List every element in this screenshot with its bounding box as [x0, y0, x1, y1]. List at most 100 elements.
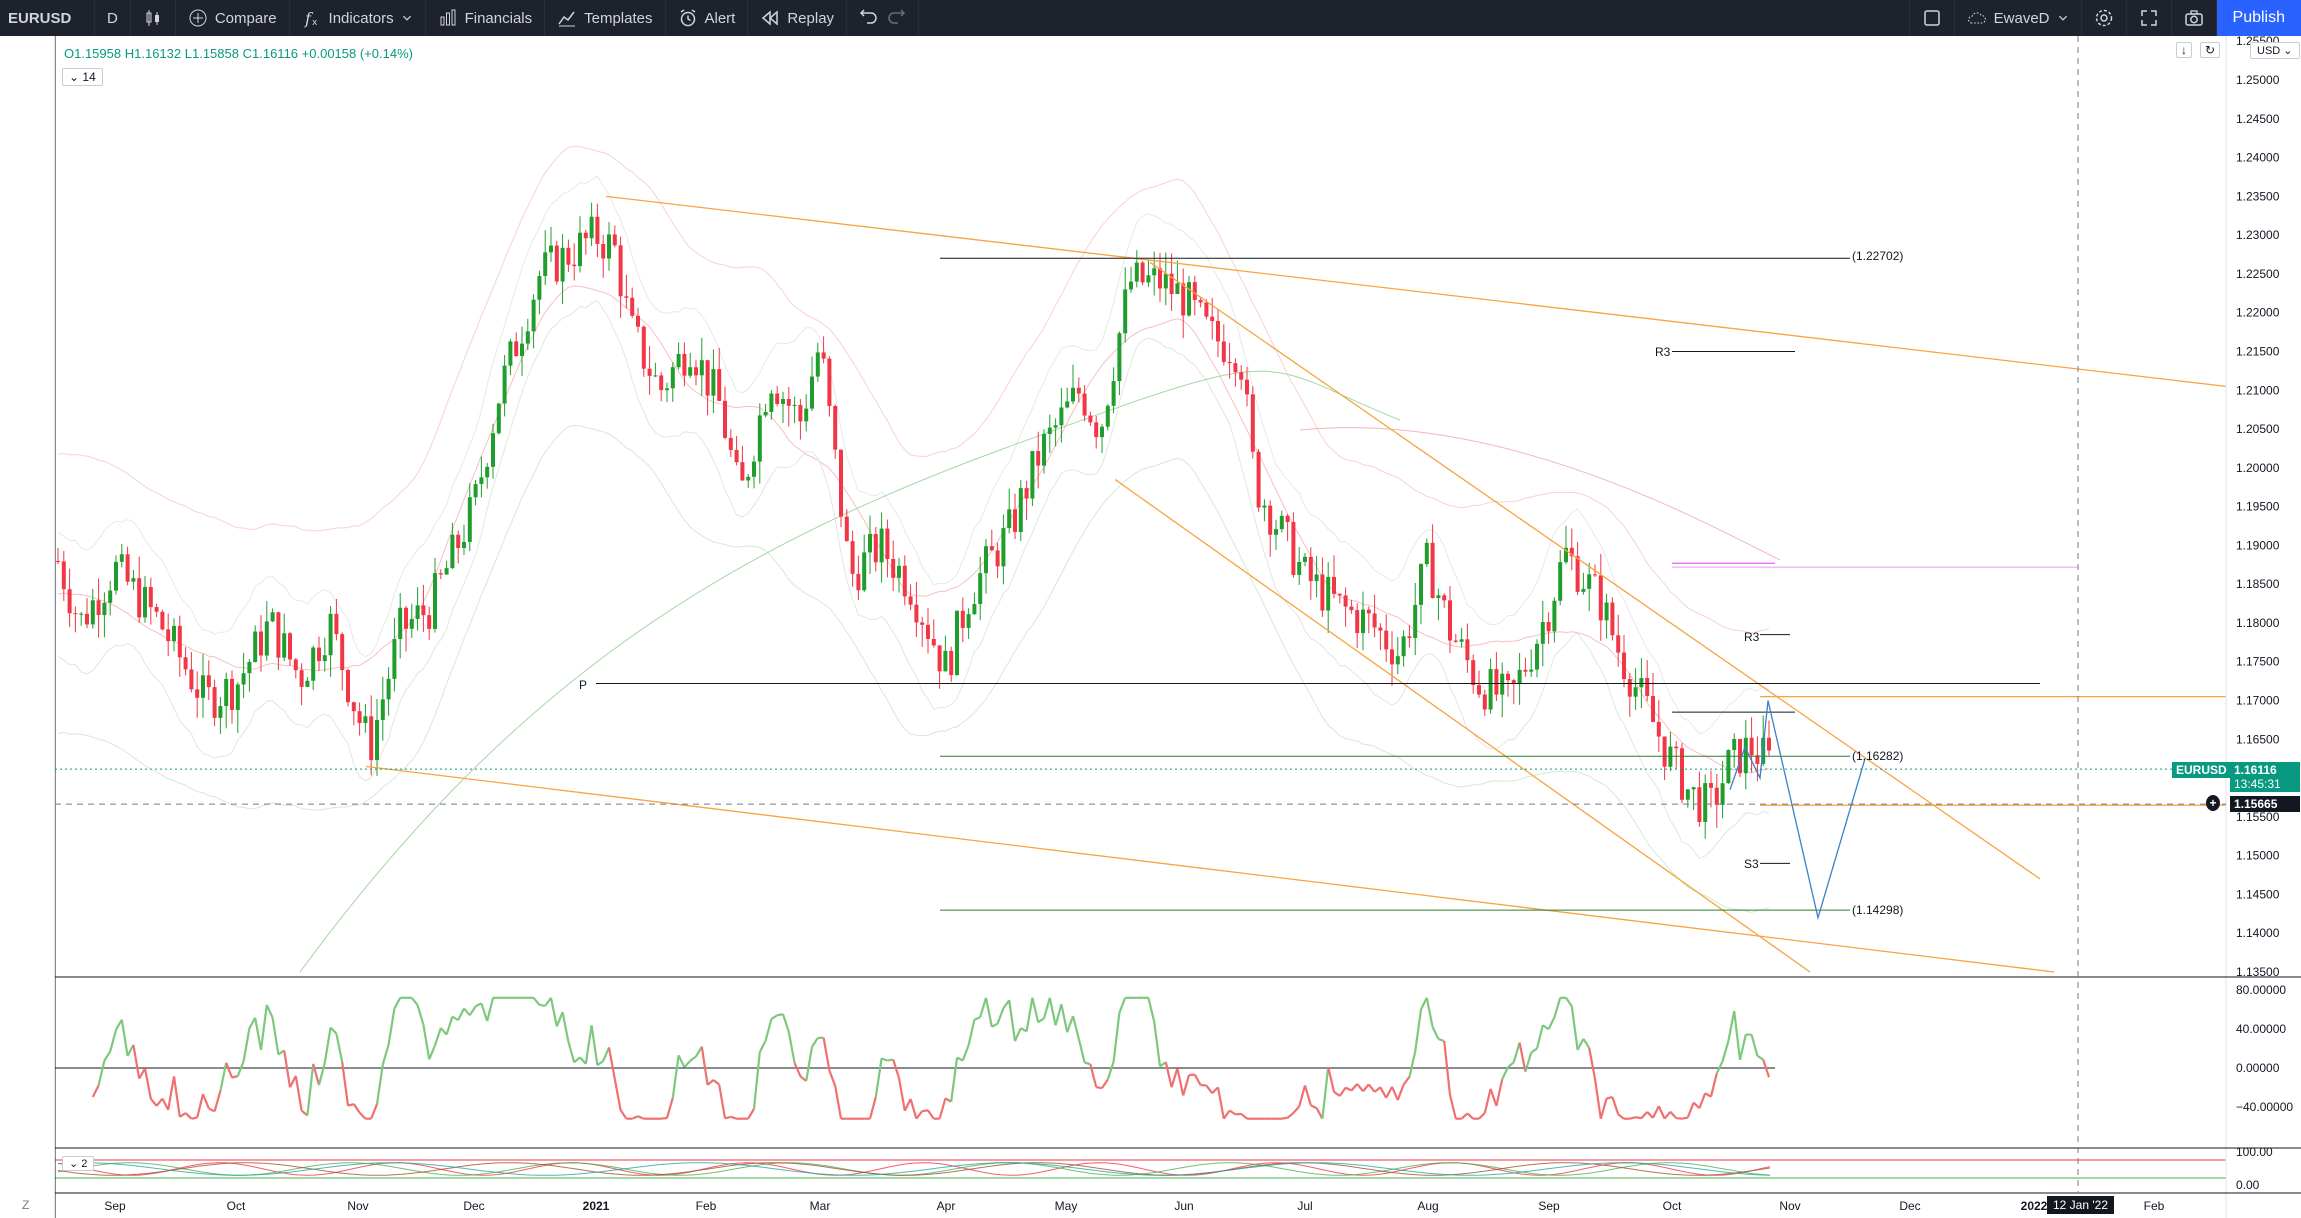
price-tick-label: 1.14500	[2236, 887, 2280, 901]
reset-scale-button[interactable]: ↻	[2200, 42, 2221, 58]
subpane-collapse-button[interactable]: ⌄ 2	[62, 1156, 95, 1171]
toolbar-right: EwaveD Publish	[1908, 0, 2301, 36]
time-tick-label: Sep	[104, 1199, 126, 1213]
templates-label: Templates	[584, 9, 653, 27]
indicators-collapse-button[interactable]: ⌄ 14	[62, 68, 103, 86]
price-tick-label: 1.21500	[2236, 344, 2280, 358]
time-tick-label: Oct	[1663, 1199, 1682, 1213]
rewind-icon	[762, 10, 779, 26]
symbol-price-tag: EURUSD	[2172, 762, 2231, 778]
chart-canvas[interactable]: 80.00000 40.00000 0.00000 −40.00000 100.00 1…	[0, 36, 2301, 1218]
time-tick-label: 2021	[583, 1199, 610, 1213]
currency-selector[interactable]: USD ⌄	[2250, 42, 2300, 59]
layout-name-label: EwaveD	[1993, 9, 2050, 27]
snapshot-button[interactable]	[2172, 0, 2217, 36]
price-tick-label: 1.13500	[2236, 965, 2280, 979]
last-price-value: 1.16116	[2234, 763, 2277, 777]
scroll-down-button[interactable]: ↓	[2176, 42, 2192, 58]
financials-button[interactable]: Financials	[426, 0, 546, 36]
replay-button[interactable]: Replay	[748, 0, 848, 36]
price-tick-label: 1.18500	[2236, 577, 2280, 591]
price-tick-label: 1.17000	[2236, 694, 2280, 708]
chevron-down-icon: ⌄	[69, 1158, 79, 1170]
chevron-down-icon	[402, 15, 411, 21]
time-tick-label: Oct	[227, 1199, 246, 1213]
redo-icon[interactable]	[886, 8, 906, 28]
templates-icon	[558, 11, 576, 27]
refresh-icon: ↻	[2205, 43, 2216, 57]
osc2-tick-label: 0.00	[2236, 1178, 2260, 1192]
price-tick-label: 1.19500	[2236, 500, 2280, 514]
gear-icon	[2095, 9, 2112, 27]
osc-tick-label: 80.00000	[2236, 983, 2286, 997]
time-tick-label: Jun	[1174, 1199, 1193, 1213]
layout-menu-button[interactable]: EwaveD	[1955, 0, 2082, 36]
arrow-down-icon: ↓	[2181, 43, 2187, 57]
bar-chart-icon	[440, 9, 456, 26]
subpane-count: 2	[81, 1158, 88, 1170]
price-tick-label: 1.21000	[2236, 383, 2280, 397]
interval-button[interactable]: D	[95, 0, 131, 36]
chevron-down-icon: ⌄	[2283, 45, 2293, 57]
legend-close: C1.16116	[242, 46, 299, 61]
countdown-value: 13:45:31	[2234, 777, 2281, 791]
time-tick-label: May	[1055, 1199, 1078, 1213]
square-icon	[1923, 10, 1940, 26]
fib-level-lower-label: (1.14298)	[1852, 903, 1904, 917]
pivot-r3-label-a: R3	[1655, 345, 1671, 359]
undo-icon	[859, 9, 877, 24]
undo-button[interactable]	[847, 0, 920, 36]
price-tick-label: 1.17500	[2236, 655, 2280, 669]
fullscreen-toggle[interactable]	[1908, 0, 1955, 36]
financials-label: Financials	[464, 9, 533, 27]
publish-button[interactable]: Publish	[2216, 0, 2301, 36]
price-tick-label: 1.14000	[2236, 926, 2280, 940]
camera-icon	[2184, 10, 2203, 26]
publish-label: Publish	[2232, 9, 2285, 26]
price-tick-label: 1.22000	[2236, 306, 2280, 320]
pivot-s3-label: S3	[1744, 857, 1759, 871]
alert-label: Alert	[704, 9, 736, 27]
price-tick-label: 1.20000	[2236, 461, 2280, 475]
settings-button[interactable]	[2082, 0, 2127, 36]
ohlc-legend: O1.15958 H1.16132 L1.15858 C1.16116 +0.0…	[64, 46, 413, 61]
indicators-button[interactable]: fx Indicators	[290, 0, 426, 36]
chart-type-button[interactable]	[131, 0, 176, 36]
pivot-r3-label-b: R3	[1744, 630, 1760, 644]
indicators-label: Indicators	[328, 9, 394, 27]
price-tick-label: 1.25000	[2236, 73, 2280, 87]
time-tick-label: Mar	[810, 1199, 831, 1213]
legend-low: L1.15858	[184, 46, 239, 61]
time-tick-label: Apr	[937, 1199, 956, 1213]
legend-open: O1.15958	[64, 46, 122, 61]
expand-icon	[2140, 10, 2157, 26]
time-tick-label: 2022	[2021, 1199, 2048, 1213]
osc-tick-label: 40.00000	[2236, 1022, 2286, 1036]
fib-level-mid-label: (1.16282)	[1852, 749, 1904, 763]
plus-circle-icon	[189, 9, 207, 27]
price-tick-label: 1.24500	[2236, 112, 2280, 126]
indicator-count: 14	[82, 70, 96, 84]
price-tick-label: 1.23500	[2236, 189, 2280, 203]
top-toolbar: EURUSD D Compare fx Indicators Financial…	[0, 0, 2301, 36]
candlestick-icon	[146, 10, 159, 26]
symbol-search-button[interactable]: EURUSD	[0, 0, 95, 36]
expand-button[interactable]	[2127, 0, 2172, 36]
price-tick-label: 1.15000	[2236, 849, 2280, 863]
crosshair-date-value: 12 Jan '22	[2053, 1198, 2109, 1212]
cloud-icon	[1967, 12, 1986, 24]
alarm-clock-icon	[680, 9, 695, 27]
compare-label: Compare	[214, 9, 277, 27]
crosshair-date-tag: 12 Jan '22	[2047, 1196, 2115, 1214]
crosshair-price-value: 1.15665	[2234, 797, 2278, 811]
compare-button[interactable]: Compare	[176, 0, 290, 36]
price-tick-label: 1.18000	[2236, 616, 2280, 630]
time-tick-label: Nov	[1779, 1199, 1800, 1213]
z-toggle[interactable]: Z	[22, 1198, 29, 1212]
alert-button[interactable]: Alert	[666, 0, 749, 36]
price-tick-label: 1.20500	[2236, 422, 2280, 436]
add-alert-plus-icon[interactable]: +	[2206, 795, 2220, 811]
fib-level-upper-label: (1.22702)	[1852, 249, 1904, 263]
templates-button[interactable]: Templates	[545, 0, 666, 36]
chevron-down-icon	[2058, 15, 2067, 21]
